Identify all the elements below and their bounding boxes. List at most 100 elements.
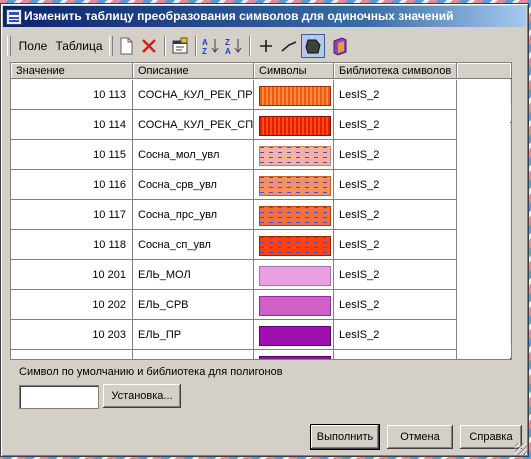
sort-za-icon[interactable]: ZA xyxy=(223,35,245,57)
column-header-description[interactable]: Описание xyxy=(133,63,254,79)
symbol-swatch[interactable] xyxy=(259,296,331,316)
cell-library[interactable]: LesIS_2 xyxy=(334,260,457,290)
table-row[interactable]: 10 115 Сосна_мол_увл LesIS_2 xyxy=(11,140,467,170)
cell-description[interactable]: Сосна_срв_увл xyxy=(133,170,254,200)
toolbar-grip[interactable] xyxy=(109,36,113,56)
cell-library[interactable]: LesIS_2 xyxy=(334,320,457,350)
cell-library[interactable]: LesIS_2 xyxy=(334,170,457,200)
cell-description[interactable]: ЕЛЬ_СРВ xyxy=(133,290,254,320)
symbol-swatch[interactable] xyxy=(259,116,331,136)
ok-button[interactable]: Выполнить xyxy=(310,424,380,450)
scroll-thumb[interactable] xyxy=(510,103,511,123)
cancel-button[interactable]: Отмена xyxy=(387,425,453,449)
svg-text:Z: Z xyxy=(225,38,230,47)
cell-value[interactable]: 10 116 xyxy=(11,170,133,200)
cell-description[interactable]: СОСНА_КУЛ_РЕК_СП xyxy=(133,110,254,140)
vertical-scrollbar[interactable] xyxy=(510,63,511,359)
svg-text:A: A xyxy=(225,47,231,56)
cell-value[interactable]: 10 115 xyxy=(11,140,133,170)
cell-library[interactable]: LesIS_2 xyxy=(334,290,457,320)
resize-grip-icon[interactable] xyxy=(515,443,527,455)
cell-library[interactable]: LesIS_2 xyxy=(334,230,457,260)
cell-description[interactable]: СОСНА_КУЛ_РЕК_ПР xyxy=(133,80,254,110)
cell-description[interactable]: ЕЛЬ_СП xyxy=(133,350,254,359)
toolbar-separator xyxy=(164,36,166,56)
column-header-library[interactable]: Библиотека символов xyxy=(334,63,457,79)
cell-symbol[interactable] xyxy=(254,230,334,260)
cell-library[interactable]: LesIS_2 xyxy=(334,110,457,140)
toolbar-grip[interactable] xyxy=(7,36,11,56)
table-row[interactable]: 10 202 ЕЛЬ_СРВ LesIS_2 xyxy=(11,290,467,320)
line-icon[interactable] xyxy=(278,35,300,57)
table-row[interactable]: 10 118 Сосна_сп_увл LesIS_2 xyxy=(11,230,467,260)
symbol-swatch[interactable] xyxy=(259,176,331,196)
symbol-swatch[interactable] xyxy=(259,86,331,106)
cell-library[interactable]: LesIS_2 xyxy=(334,80,457,110)
cell-description[interactable]: Сосна_прс_увл xyxy=(133,200,254,230)
cell-symbol[interactable] xyxy=(254,140,334,170)
cell-symbol[interactable] xyxy=(254,350,334,359)
cell-library[interactable]: LesIS_2 xyxy=(334,200,457,230)
cell-value[interactable]: 10 204 xyxy=(11,350,133,359)
new-icon[interactable] xyxy=(115,35,137,57)
cell-symbol[interactable] xyxy=(254,200,334,230)
toolbar-separator xyxy=(195,36,197,56)
cell-symbol[interactable] xyxy=(254,320,334,350)
cell-library[interactable]: LesIS_2 xyxy=(334,350,457,359)
toolbar-separator xyxy=(249,36,251,56)
symbol-swatch[interactable] xyxy=(259,266,331,286)
cell-value[interactable]: 10 202 xyxy=(11,290,133,320)
cell-value[interactable]: 10 113 xyxy=(11,80,133,110)
symbol-swatch[interactable] xyxy=(259,146,331,166)
default-symbol-preview[interactable] xyxy=(19,385,99,409)
window-title: Изменить таблицу преобразования символов… xyxy=(24,9,454,23)
table-app-icon xyxy=(6,9,22,25)
title-bar[interactable]: Изменить таблицу преобразования символов… xyxy=(3,6,526,27)
column-header-symbols[interactable]: Символы xyxy=(254,63,334,79)
table-row[interactable]: 10 203 ЕЛЬ_ПР LesIS_2 xyxy=(11,320,467,350)
table-row[interactable]: 10 113 СОСНА_КУЛ_РЕК_ПР LesIS_2 xyxy=(11,80,467,110)
cell-symbol[interactable] xyxy=(254,110,334,140)
cell-value[interactable]: 10 118 xyxy=(11,230,133,260)
cell-value[interactable]: 10 201 xyxy=(11,260,133,290)
column-header-value[interactable]: Значение xyxy=(11,63,133,79)
cell-symbol[interactable] xyxy=(254,290,334,320)
properties-icon[interactable] xyxy=(169,35,191,57)
add-point-icon[interactable] xyxy=(255,35,277,57)
cell-symbol[interactable] xyxy=(254,170,334,200)
symbol-library-icon[interactable] xyxy=(329,35,351,57)
table-row[interactable]: 10 116 Сосна_срв_увл LesIS_2 xyxy=(11,170,467,200)
cell-description[interactable]: ЕЛЬ_МОЛ xyxy=(133,260,254,290)
svg-text:A: A xyxy=(202,38,208,47)
cell-symbol[interactable] xyxy=(254,260,334,290)
symbol-swatch[interactable] xyxy=(259,236,331,256)
scroll-up-button[interactable] xyxy=(510,63,511,79)
table-row[interactable]: 10 201 ЕЛЬ_МОЛ LesIS_2 xyxy=(11,260,467,290)
table-header: Значение Описание Символы Библиотека сим… xyxy=(11,63,511,80)
cell-library[interactable]: LesIS_2 xyxy=(334,140,457,170)
cell-description[interactable]: Сосна_сп_увл xyxy=(133,230,254,260)
symbol-swatch[interactable] xyxy=(259,326,331,346)
table-row[interactable]: 10 204ЕЛЬ_СП LesIS_2 xyxy=(11,350,467,359)
default-symbol-label: Символ по умолчанию и библиотека для пол… xyxy=(19,366,283,378)
polygon-icon[interactable] xyxy=(301,34,325,58)
field-menu[interactable]: Поле xyxy=(15,35,51,57)
dialog-window: Изменить таблицу преобразования символов… xyxy=(0,3,529,457)
setup-button[interactable]: Установка... xyxy=(103,384,181,408)
table-row[interactable]: 10 117 Сосна_прс_увл LesIS_2 xyxy=(11,200,467,230)
cell-symbol[interactable] xyxy=(254,80,334,110)
toolbar: Поле Таблица AZ ZA xyxy=(5,32,524,60)
delete-icon[interactable] xyxy=(138,35,160,57)
cell-value[interactable]: 10 114 xyxy=(11,110,133,140)
sort-az-icon[interactable]: AZ xyxy=(200,35,222,57)
symbol-swatch[interactable] xyxy=(259,206,331,226)
cell-description[interactable]: Сосна_мол_увл xyxy=(133,140,254,170)
symbol-swatch[interactable] xyxy=(259,356,331,359)
table-row[interactable]: 10 114 СОСНА_КУЛ_РЕК_СП LesIS_2 xyxy=(11,110,467,140)
table-menu[interactable]: Таблица xyxy=(53,35,105,57)
cell-value[interactable]: 10 117 xyxy=(11,200,133,230)
cell-description[interactable]: ЕЛЬ_ПР xyxy=(133,320,254,350)
cell-value[interactable]: 10 203 xyxy=(11,320,133,350)
scroll-down-button[interactable] xyxy=(510,343,511,359)
help-button[interactable]: Справка xyxy=(460,425,522,449)
